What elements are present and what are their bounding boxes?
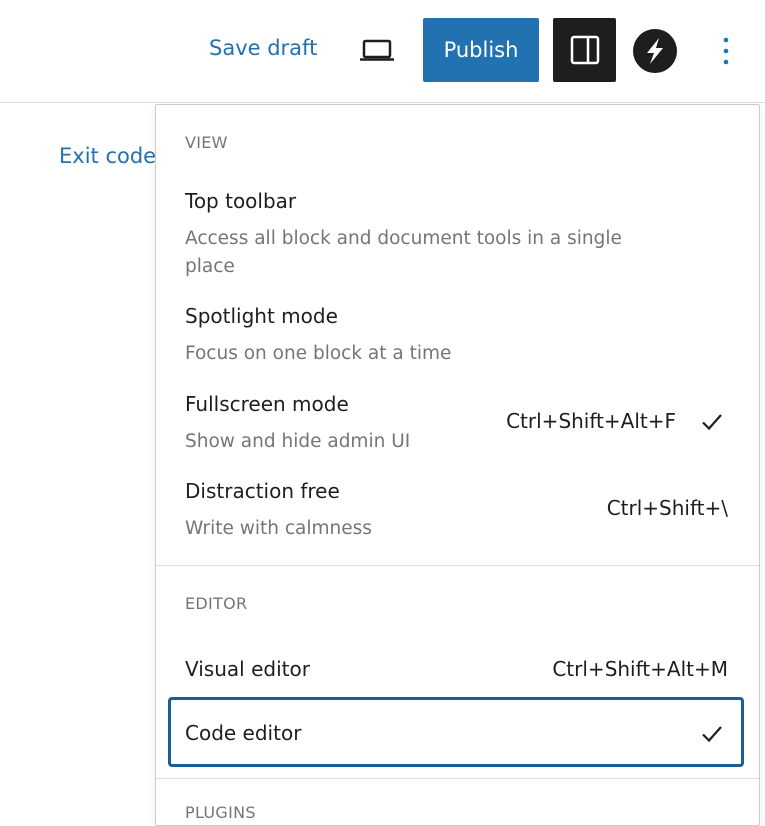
checkmark-icon	[702, 414, 722, 431]
menu-item-top-toolbar[interactable]: Top toolbar Access all block and documen…	[168, 183, 744, 287]
menu-item-shortcut: Ctrl+Shift+Alt+M	[552, 657, 728, 681]
menu-item-label: Fullscreen mode	[185, 392, 349, 416]
menu-item-spotlight-mode[interactable]: Spotlight mode Focus on one block at a t…	[168, 298, 744, 370]
menu-item-label: Code editor	[185, 721, 302, 745]
menu-item-help: Focus on one block at a time	[185, 343, 452, 364]
options-menu: VIEW Top toolbar Access all block and do…	[155, 104, 760, 826]
menu-item-help: Write with calmness	[185, 518, 372, 539]
menu-item-label: Spotlight mode	[185, 304, 338, 328]
view-group-label: VIEW	[185, 133, 228, 152]
checkmark-icon	[702, 726, 722, 743]
editor-header: Save draft Publish	[0, 0, 765, 103]
menu-divider	[156, 565, 759, 566]
menu-item-shortcut: Ctrl+Shift+\	[606, 496, 728, 520]
menu-item-visual-editor[interactable]: Visual editor Ctrl+Shift+Alt+M	[168, 645, 744, 695]
plugins-group-label: PLUGINS	[185, 803, 256, 822]
menu-item-shortcut: Ctrl+Shift+Alt+F	[506, 409, 676, 433]
editor-group-label: EDITOR	[185, 594, 248, 613]
exit-code-editor-button[interactable]: Exit code	[59, 144, 156, 168]
sidebar-toggle-icon	[570, 35, 599, 65]
menu-item-label: Distraction free	[185, 479, 340, 503]
preview-button[interactable]	[352, 26, 402, 76]
options-button[interactable]	[706, 26, 746, 76]
settings-toggle-button[interactable]	[553, 18, 616, 82]
menu-item-distraction-free[interactable]: Distraction free Write with calmness Ctr…	[168, 473, 744, 545]
laptop-icon	[360, 39, 394, 61]
menu-item-code-editor[interactable]: Code editor	[168, 697, 744, 767]
menu-item-label: Top toolbar	[185, 189, 297, 213]
save-draft-button[interactable]: Save draft	[209, 36, 317, 60]
menu-divider	[156, 778, 759, 779]
plugin-logo-button[interactable]	[633, 29, 677, 73]
menu-item-fullscreen-mode[interactable]: Fullscreen mode Show and hide admin UI C…	[168, 386, 744, 458]
publish-button[interactable]: Publish	[423, 18, 539, 82]
menu-item-help: Access all block and document tools in a…	[185, 228, 622, 277]
s-logo-icon	[647, 38, 663, 64]
menu-item-label: Visual editor	[185, 657, 310, 681]
more-vertical-icon	[723, 37, 729, 65]
